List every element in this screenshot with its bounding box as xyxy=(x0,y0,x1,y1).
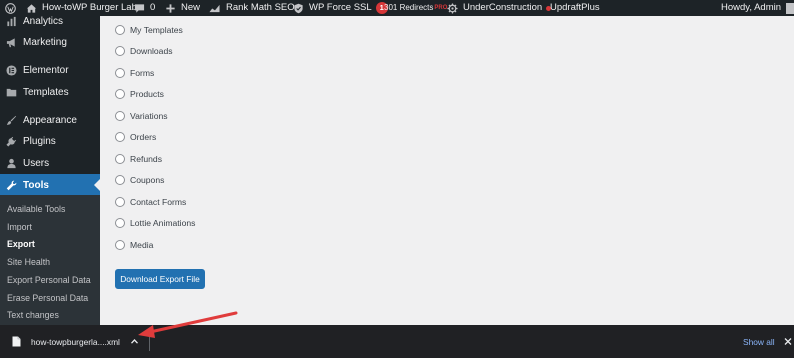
download-export-file-button[interactable]: Download Export File xyxy=(115,269,205,289)
sidebar-item-label: Templates xyxy=(23,86,69,98)
export-option-my-templates[interactable]: My Templates xyxy=(115,24,183,36)
pro-tag: PRO xyxy=(434,5,448,11)
divider xyxy=(149,332,150,351)
rankmath-link[interactable]: Rank Math SEO xyxy=(208,0,295,16)
plus-icon xyxy=(165,3,176,14)
wpforce-ssl-link[interactable]: WP Force SSL 1 xyxy=(293,0,388,16)
radio-button[interactable] xyxy=(115,197,125,207)
submenu-item-site-health[interactable]: Site Health xyxy=(7,257,50,267)
comments-link[interactable]: 0 xyxy=(134,0,155,16)
export-option-lottie-animations[interactable]: Lottie Animations xyxy=(115,217,195,229)
show-all-link[interactable]: Show all xyxy=(743,337,775,347)
export-option-variations[interactable]: Variations xyxy=(115,110,168,122)
comment-icon xyxy=(134,3,145,14)
option-label: Refunds xyxy=(130,154,163,164)
shield-icon xyxy=(293,3,304,14)
close-icon[interactable] xyxy=(783,336,793,347)
option-label: My Templates xyxy=(130,25,183,35)
plug-icon xyxy=(6,136,17,147)
radio-button[interactable] xyxy=(115,132,125,142)
underconstruction-link[interactable]: UnderConstruction xyxy=(447,0,552,16)
underconstruction-label: UnderConstruction xyxy=(463,2,543,13)
option-label: Lottie Animations xyxy=(130,218,196,228)
howdy-label: Howdy, Admin xyxy=(721,2,782,13)
option-label: Contact Forms xyxy=(130,197,187,207)
radio-button[interactable] xyxy=(115,89,125,99)
download-item[interactable]: how-towpburgerla....xml xyxy=(0,325,149,358)
export-option-orders[interactable]: Orders xyxy=(115,131,156,143)
redirects-label: 301 Redirects xyxy=(384,3,434,12)
sidebar-item-analytics[interactable]: Analytics xyxy=(0,10,100,32)
elementor-icon xyxy=(6,64,17,76)
new-content-link[interactable]: New xyxy=(165,0,200,16)
radio-button[interactable] xyxy=(115,154,125,164)
users-icon xyxy=(6,158,17,169)
sidebar-item-plugins[interactable]: Plugins xyxy=(0,130,100,152)
analytics-icon xyxy=(6,16,17,27)
sidebar-item-label: Analytics xyxy=(23,15,64,27)
radio-button[interactable] xyxy=(115,240,125,250)
submenu-item-available-tools[interactable]: Available Tools xyxy=(7,204,65,214)
gear-icon xyxy=(447,2,458,14)
wpforce-label: WP Force SSL xyxy=(309,2,372,13)
export-content: My Templates Downloads Forms Products Va… xyxy=(100,16,794,325)
export-option-forms[interactable]: Forms xyxy=(115,67,154,79)
radio-button[interactable] xyxy=(115,25,125,35)
sidebar-item-label: Users xyxy=(23,157,50,169)
sidebar-item-users[interactable]: Users xyxy=(0,152,100,174)
updraftplus-label: UpdraftPlus xyxy=(550,2,600,13)
submenu-item-erase-personal-data[interactable]: Erase Personal Data xyxy=(7,293,88,303)
comments-count: 0 xyxy=(150,2,156,13)
export-option-media[interactable]: Media xyxy=(115,239,153,251)
radio-button[interactable] xyxy=(115,111,125,121)
sidebar-item-label: Marketing xyxy=(23,36,67,48)
folder-icon xyxy=(6,87,17,98)
submenu-item-export-personal-data[interactable]: Export Personal Data xyxy=(7,275,91,285)
export-option-refunds[interactable]: Refunds xyxy=(115,153,162,165)
avatar xyxy=(786,2,794,14)
paintbrush-icon xyxy=(6,115,17,126)
radio-button[interactable] xyxy=(115,46,125,56)
submenu-item-export[interactable]: Export xyxy=(7,239,35,249)
sidebar-item-appearance[interactable]: Appearance xyxy=(0,109,100,131)
rankmath-icon xyxy=(208,3,221,14)
tools-submenu: Available Tools Import Export Site Healt… xyxy=(0,195,100,325)
submenu-item-text-changes[interactable]: Text changes xyxy=(7,310,59,320)
sidebar-item-label: Elementor xyxy=(23,64,69,76)
download-shelf: how-towpburgerla....xml Show all xyxy=(0,325,794,358)
redirects-link[interactable]: 301 Redirects PRO xyxy=(384,0,447,16)
submenu-item-import[interactable]: Import xyxy=(7,222,32,232)
download-filename: how-towpburgerla....xml xyxy=(31,337,120,347)
export-option-products[interactable]: Products xyxy=(115,88,164,100)
radio-button[interactable] xyxy=(115,175,125,185)
rankmath-label: Rank Math SEO xyxy=(226,2,295,13)
option-label: Orders xyxy=(130,132,157,142)
option-label: Media xyxy=(130,240,154,250)
radio-button[interactable] xyxy=(115,68,125,78)
option-label: Forms xyxy=(130,68,155,78)
chevron-up-icon[interactable] xyxy=(130,337,139,346)
option-label: Downloads xyxy=(130,46,173,56)
export-option-downloads[interactable]: Downloads xyxy=(115,45,173,57)
sidebar-item-tools[interactable]: Tools xyxy=(0,174,100,196)
sidebar-item-templates[interactable]: Templates xyxy=(0,81,100,103)
sidebar-item-label: Plugins xyxy=(23,135,56,147)
sidebar-item-marketing[interactable]: Marketing xyxy=(0,31,100,53)
radio-button[interactable] xyxy=(115,218,125,228)
megaphone-icon xyxy=(6,37,17,48)
wrench-icon xyxy=(6,180,17,191)
file-icon xyxy=(12,336,21,347)
sidebar-item-label: Appearance xyxy=(23,114,77,126)
sidebar-item-label: Tools xyxy=(23,179,49,191)
option-label: Coupons xyxy=(130,175,165,185)
option-label: Products xyxy=(130,89,164,99)
option-label: Variations xyxy=(130,111,168,121)
admin-bar: How-toWP Burger Lab 0 New Rank Math SEO … xyxy=(0,0,794,16)
export-option-contact-forms[interactable]: Contact Forms xyxy=(115,196,186,208)
updraftplus-link[interactable]: UpdraftPlus xyxy=(550,0,600,16)
my-account-link[interactable]: Howdy, Admin xyxy=(721,0,794,16)
export-option-coupons[interactable]: Coupons xyxy=(115,174,164,186)
new-label: New xyxy=(181,2,201,13)
sidebar-item-elementor[interactable]: Elementor xyxy=(0,59,100,81)
